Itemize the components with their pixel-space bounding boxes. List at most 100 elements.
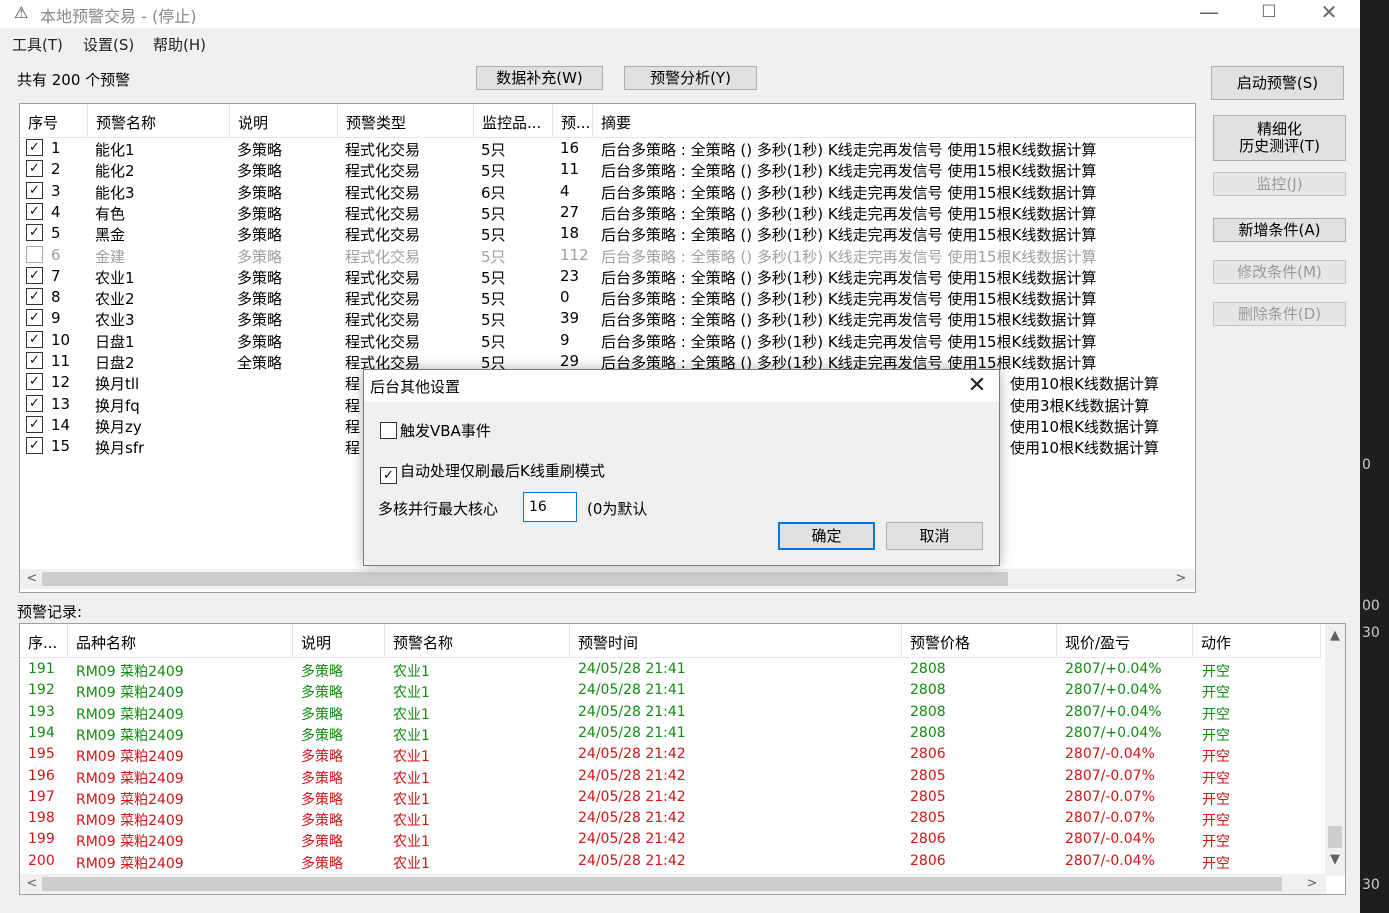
log-hscrollbar[interactable]: < > <box>20 874 1326 894</box>
row-checkbox[interactable]: ✓ <box>26 288 43 306</box>
column-header[interactable]: 序号 <box>20 104 88 138</box>
cell-no: 197 <box>28 788 55 805</box>
cancel-button[interactable]: 取消 <box>886 522 983 550</box>
column-header[interactable]: 摘要 <box>593 104 1195 138</box>
table-row[interactable]: ✓ 1 能化1 多策略 程式化交易 5只 16 后台多策略 : 全策略 () 多秒(1秒) K… <box>20 138 1195 159</box>
log-row[interactable]: 192 RM09 菜粕2409 多策略 农业1 24/05/28 21:41 2808 28… <box>20 680 1320 701</box>
cell-action: 开空 <box>1202 727 1230 744</box>
table-row[interactable]: ✓ 2 能化2 多策略 程式化交易 5只 11 后台多策略 : 全策略 () 多秒(1秒) K… <box>20 159 1195 181</box>
row-checkbox[interactable]: ✓ <box>26 160 43 178</box>
minimize-button[interactable]: — <box>1180 0 1238 28</box>
column-header[interactable]: 现价/盈亏 <box>1057 624 1193 658</box>
fine-backtest-button[interactable]: 精细化 历史测评(T) <box>1213 115 1346 161</box>
table-row[interactable]: ✓ 5 黑金 多策略 程式化交易 5只 18 后台多策略 : 全策略 () 多秒(1秒) K线… <box>20 223 1195 244</box>
cell-desc: 多策略 <box>237 311 283 330</box>
dialog-close-icon[interactable]: ✕ <box>963 372 991 400</box>
column-header[interactable]: 预警时间 <box>570 624 902 658</box>
log-hscroll-thumb[interactable] <box>42 877 1282 891</box>
column-header[interactable]: 序... <box>20 624 68 658</box>
column-header[interactable]: 说明 <box>230 104 338 138</box>
column-header[interactable]: 预警价格 <box>902 624 1057 658</box>
delete-condition-button[interactable]: 删除条件(D) <box>1213 302 1346 326</box>
cell-type: 程式化交易 <box>345 332 421 351</box>
cell-no: 195 <box>28 746 55 763</box>
row-checkbox[interactable]: ✓ <box>26 309 43 327</box>
cell-desc: 多策略 <box>237 183 283 202</box>
column-header[interactable]: 预警名称 <box>385 624 570 658</box>
ok-button[interactable]: 确定 <box>778 522 875 550</box>
scroll-right-icon[interactable]: > <box>1302 874 1322 894</box>
row-checkbox[interactable]: ✓ <box>26 224 43 242</box>
auto-refresh-label: 自动处理仅刷最后K线重刷模式 <box>400 462 605 480</box>
scroll-right-icon[interactable]: > <box>1171 569 1191 589</box>
max-cores-hint: (0为默认 <box>587 500 648 518</box>
row-checkbox[interactable]: ✓ <box>26 181 43 199</box>
background-text: 0 <box>1362 457 1371 473</box>
monitor-button[interactable]: 监控(J) <box>1213 172 1346 196</box>
table-row[interactable]: ✓ 8 农业2 多策略 程式化交易 5只 0 后台多策略 : 全策略 () 多秒(1秒) K线… <box>20 287 1195 308</box>
row-checkbox[interactable]: ✓ <box>26 415 43 433</box>
log-row[interactable]: 199 RM09 菜粕2409 多策略 农业1 24/05/28 21:42 2806 28… <box>20 829 1320 850</box>
column-header[interactable]: 品种名称 <box>68 624 293 658</box>
row-checkbox[interactable]: ✓ <box>26 352 43 369</box>
checkbox-icon[interactable]: ✓ <box>380 467 397 484</box>
row-checkbox[interactable]: ✓ <box>26 139 43 156</box>
row-checkbox[interactable]: ✓ <box>26 202 43 220</box>
table-row[interactable]: ✓ 7 农业1 多策略 程式化交易 5只 23 后台多策略 : 全策略 () 多秒(1秒) K… <box>20 266 1195 287</box>
cell-product: RM09 菜粕2409 <box>76 791 184 808</box>
alert-analysis-button[interactable]: 预警分析(Y) <box>624 66 757 90</box>
cell-desc: 多策略 <box>301 834 343 851</box>
menu-tools[interactable]: 工具(T) <box>12 34 63 55</box>
log-row[interactable]: 200 RM09 菜粕2409 多策略 农业1 24/05/28 21:42 2806 28… <box>20 851 1320 872</box>
log-row[interactable]: 195 RM09 菜粕2409 多策略 农业1 24/05/28 21:42 2806 28… <box>20 744 1320 765</box>
scroll-up-icon[interactable]: ▲ <box>1325 626 1345 646</box>
scroll-left-icon[interactable]: < <box>22 569 42 589</box>
alert-hscroll-thumb[interactable] <box>42 572 1008 586</box>
log-row[interactable]: 196 RM09 菜粕2409 多策略 农业1 24/05/28 21:42 2805 28… <box>20 766 1320 787</box>
row-checkbox[interactable]: ✓ <box>26 437 43 455</box>
close-button[interactable]: ✕ <box>1300 0 1358 28</box>
row-checkbox[interactable] <box>26 245 43 263</box>
log-row[interactable]: 198 RM09 菜粕2409 多策略 农业1 24/05/28 21:42 2805 28… <box>20 808 1320 829</box>
auto-refresh-checkbox[interactable]: ✓ 自动处理仅刷最后K线重刷模式 <box>380 460 605 484</box>
cell-name: 能化2 <box>95 162 135 181</box>
checkbox-icon[interactable] <box>380 422 397 439</box>
cell-no: 3 <box>51 181 61 200</box>
row-checkbox[interactable]: ✓ <box>26 266 43 284</box>
log-row[interactable]: 197 RM09 菜粕2409 多策略 农业1 24/05/28 21:42 2805 28… <box>20 787 1320 808</box>
menu-settings[interactable]: 设置(S) <box>83 34 134 55</box>
column-header[interactable]: 预... <box>553 104 593 138</box>
log-vscrollbar[interactable]: ▲ ▼ <box>1325 624 1345 876</box>
column-header[interactable]: 动作 <box>1193 624 1321 658</box>
max-cores-input[interactable] <box>523 492 577 522</box>
start-alert-button[interactable]: 启动预警(S) <box>1211 66 1344 100</box>
modify-condition-button[interactable]: 修改条件(M) <box>1213 260 1346 284</box>
row-checkbox[interactable]: ✓ <box>26 373 43 391</box>
cell-alert: 农业1 <box>393 685 430 702</box>
log-row[interactable]: 191 RM09 菜粕2409 多策略 农业1 24/05/28 21:41 2808 28… <box>20 659 1320 680</box>
scroll-down-icon[interactable]: ▼ <box>1325 850 1345 870</box>
column-header[interactable]: 说明 <box>293 624 385 658</box>
alert-hscrollbar[interactable]: < > <box>20 569 1195 589</box>
add-condition-button[interactable]: 新增条件(A) <box>1213 218 1346 242</box>
log-row[interactable]: 193 RM09 菜粕2409 多策略 农业1 24/05/28 21:41 2808 28… <box>20 702 1320 723</box>
log-vscroll-thumb[interactable] <box>1328 826 1342 848</box>
row-checkbox[interactable]: ✓ <box>26 330 43 348</box>
data-fill-button[interactable]: 数据补充(W) <box>476 66 603 90</box>
column-header[interactable]: 预警名称 <box>88 104 230 138</box>
log-row[interactable]: 194 RM09 菜粕2409 多策略 农业1 24/05/28 21:41 2808 28… <box>20 723 1320 744</box>
table-row[interactable]: ✓ 10 日盘1 多策略 程式化交易 5只 9 后台多策略 : 全策略 () 多秒(1秒) K… <box>20 330 1195 351</box>
menu-help[interactable]: 帮助(H) <box>153 34 206 55</box>
vba-event-checkbox[interactable]: 触发VBA事件 <box>380 420 491 441</box>
column-header[interactable]: 预警类型 <box>338 104 474 138</box>
max-cores-label: 多核并行最大核心 <box>378 500 499 518</box>
table-row[interactable]: 6 金建 多策略 程式化交易 5只 112 后台多策略 : 全策略 () 多秒(1秒) K线… <box>20 245 1195 266</box>
table-row[interactable]: ✓ 9 农业3 多策略 程式化交易 5只 39 后台多策略 : 全策略 () 多秒(1秒) K… <box>20 308 1195 330</box>
maximize-button[interactable]: ☐ <box>1240 0 1298 28</box>
table-row[interactable]: ✓ 3 能化3 多策略 程式化交易 6只 4 后台多策略 : 全策略 () 多秒(1秒) K线… <box>20 181 1195 202</box>
column-header[interactable]: 监控品... <box>474 104 553 138</box>
row-checkbox[interactable]: ✓ <box>26 394 43 412</box>
scroll-left-icon[interactable]: < <box>22 874 42 894</box>
table-row[interactable]: ✓ 4 有色 多策略 程式化交易 5只 27 后台多策略 : 全策略 () 多秒(1秒) K线… <box>20 202 1195 223</box>
cell-product: RM09 菜粕2409 <box>76 749 184 766</box>
